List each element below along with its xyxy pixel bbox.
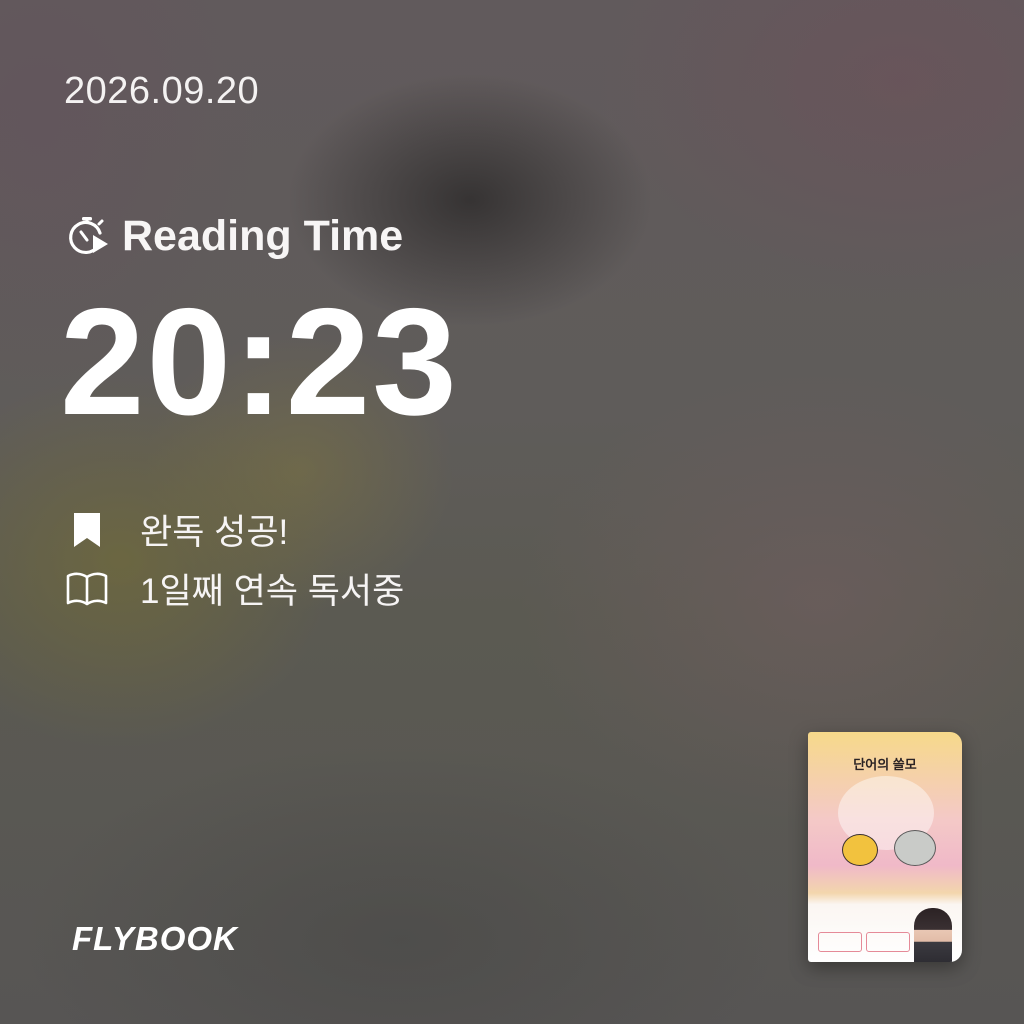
stat-streak: 1일째 연속 독서중 — [64, 563, 404, 614]
stat-completed-label: 완독 성공! — [140, 513, 289, 552]
book-cover-box-left — [818, 932, 862, 952]
brand-logo: FLYBOOK — [72, 920, 238, 957]
reading-time-value: 20:23 — [60, 277, 459, 447]
stopwatch-play-icon — [64, 213, 112, 261]
stat-streak-label: 1일째 연속 독서중 — [140, 572, 405, 611]
reading-time-header: Reading Time — [64, 212, 403, 261]
reading-time-title: Reading Time — [122, 212, 404, 260]
bookmark-icon — [64, 507, 110, 553]
stat-completed: 완독 성공! — [64, 504, 288, 555]
book-cover-character-yellow — [842, 834, 878, 866]
open-book-icon — [64, 566, 110, 612]
book-cover-character-gray — [894, 830, 936, 866]
book-cover-author-photo — [914, 908, 952, 962]
date-label: 2026.09.20 — [64, 70, 260, 112]
book-cover-box-right — [866, 932, 910, 952]
book-title: 단어의 쓸모 — [853, 757, 917, 772]
book-cover: 단어의 쓸모 — [808, 732, 962, 962]
